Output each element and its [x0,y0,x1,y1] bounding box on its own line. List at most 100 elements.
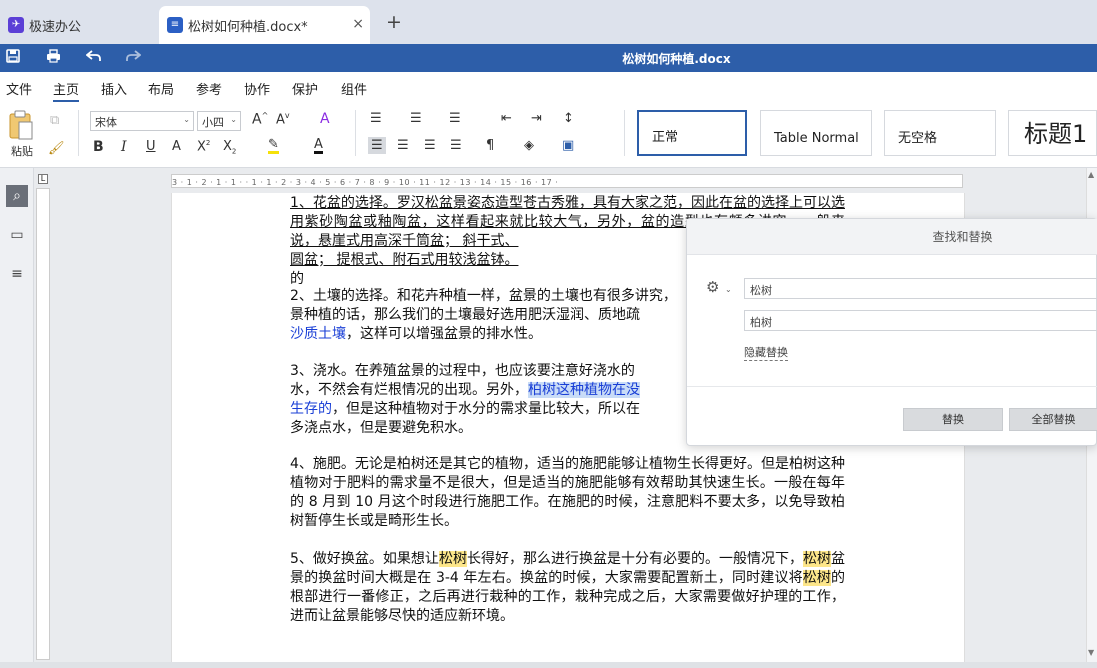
paragraph-text: 圆盆； 提根式、附石式用较浅盆钵。 [290,252,519,268]
navigation-icon[interactable]: ≡ [6,263,28,285]
justify-icon[interactable]: ☰ [450,139,462,152]
paragraph-text: ，这样可以增强盆景的排水性。 [346,326,542,342]
menu-insert[interactable]: 插入 [101,79,127,98]
menu-references[interactable]: 参考 [196,79,222,98]
style-label: 标题1 [1024,120,1088,148]
menu-layout[interactable]: 布局 [148,79,174,98]
style-label: 正常 [652,130,679,145]
document-title: 松树如何种植.docx [622,52,731,66]
style-heading1[interactable]: 标题1 [1008,110,1097,156]
font-name-select[interactable]: 宋体 ⌄ [90,111,194,131]
style-table-normal[interactable]: Table Normal [760,110,872,156]
blue-text: 生存的 [290,401,332,417]
tab-label: 极速办公 [29,19,82,35]
scroll-down-icon[interactable]: ▼ [1088,648,1094,657]
ribbon-separator [355,110,356,156]
scroll-up-icon[interactable]: ▲ [1088,170,1094,179]
menu-home[interactable]: 主页 [53,79,80,102]
line-spacing-icon[interactable]: ↕ [563,112,574,125]
align-left-icon[interactable]: ☰ [368,137,386,154]
italic-icon[interactable]: I [121,140,127,154]
search-icon[interactable]: ⌕ [6,185,28,207]
menu-file[interactable]: 文件 [6,79,32,98]
paragraph-text: 水，不然会有烂根情况的出现。另外， [290,382,528,398]
paste-label: 粘贴 [11,145,33,158]
app-logo-icon: ✈ [8,17,24,33]
clear-format-icon[interactable]: A [320,112,330,126]
search-match-highlight: 松树 [802,570,832,586]
left-pane: ⌕ ▭ ≡ [0,168,34,668]
tab-stop-selector[interactable]: L [38,174,48,184]
add-tab-button[interactable]: + [386,13,402,32]
font-size-select[interactable]: 小四 ⌄ [197,111,241,131]
tab-bar: ✈ 极速办公 ≡ 松树如何种植.docx* × + [0,0,1097,44]
tab-app-home[interactable]: ✈ 极速办公 [0,6,150,44]
increase-font-icon[interactable]: A^ [252,112,268,127]
decrease-font-icon[interactable]: Av [276,112,290,127]
selected-text: 柏树这种植物在没 [528,382,640,398]
font-color-icon[interactable]: A [314,138,323,154]
align-center-icon[interactable]: ☰ [397,139,409,152]
style-no-spacing[interactable]: 无空格 [884,110,996,156]
ribbon-separator [78,110,79,156]
tab-label: 松树如何种植.docx* [188,19,308,35]
paragraph-text: ，但是这种植物对于水分的需求量比较大，所以在 [332,401,640,417]
search-match-highlight: 松树 [803,551,832,567]
paragraph-text: 3、浇水。在养殖盆景的过程中，也应该要注意好浇水的 [290,363,635,379]
document-icon: ≡ [167,17,183,33]
dialog-divider [687,386,1097,387]
menu-protect[interactable]: 保护 [292,79,318,98]
find-replace-dialog: 查找和替换 ⚙ ⌄ 松树 柏树 隐藏替换 替换 全部替换 [686,218,1097,446]
replace-input[interactable]: 柏树 [744,310,1097,331]
bullet-list-icon[interactable]: ☰ [370,112,382,125]
blue-text: 沙质土壤 [290,326,346,342]
paste-icon[interactable] [8,110,34,145]
chevron-down-icon[interactable]: ⌄ [725,285,732,294]
paragraph-text: 2、土壤的选择。和花卉种植一样，盆景的土壤也有很多讲究， [290,288,677,304]
paragraph-text: 4、施肥。无论是柏树还是其它的植物，适当的施肥能够让植物生长得更好。但是柏树这种… [290,456,845,529]
close-tab-icon[interactable]: × [352,16,364,32]
hide-replace-link[interactable]: 隐藏替换 [744,344,788,361]
paragraph-text: 长得好，那么进行换盆是十分有必要的。一般情况下， [466,551,803,567]
paragraph-mark-icon[interactable]: ¶ [486,139,494,152]
paragraph-5[interactable]: 5、做好换盆。如果想让松树长得好，那么进行换盆是十分有必要的。一般情况下，松树盆… [290,550,845,626]
vertical-ruler[interactable] [36,188,50,660]
shading-icon[interactable]: ◈ [524,139,534,152]
ruler-ticks: 3 · 1 · 2 · 1 · 1 · · 1 · 1 · 2 · 3 · 4 … [172,178,559,187]
strikethrough-icon[interactable]: A [172,140,181,153]
multilevel-list-icon[interactable]: ☰ [449,112,461,125]
paragraph-text: 多浇点水，但是要避免积水。 [290,420,472,436]
paragraph-text: 的 [290,271,304,287]
search-match-highlight: 松树 [438,551,467,567]
dialog-title: 查找和替换 [687,219,1097,255]
decrease-indent-icon[interactable]: ⇤ [501,112,512,125]
highlight-color-icon[interactable]: ✎ [268,138,279,154]
format-painter-icon[interactable]: 🖌 [48,142,65,155]
underline-icon[interactable]: U [146,140,156,153]
font-name-value: 宋体 [95,116,117,129]
status-bar [0,662,1097,668]
title-bar: 松树如何种植.docx [0,44,1097,72]
replace-button[interactable]: 替换 [903,408,1003,431]
numbered-list-icon[interactable]: ☰ [410,112,422,125]
gear-icon[interactable]: ⚙ [706,280,719,295]
style-normal[interactable]: 正常 [637,110,747,156]
tab-document[interactable]: ≡ 松树如何种植.docx* × [159,6,370,44]
paragraph-text: 5、做好换盆。如果想让 [290,551,439,567]
chevron-down-icon: ⌄ [183,115,190,124]
horizontal-ruler[interactable]: 3 · 1 · 2 · 1 · 1 · · 1 · 1 · 2 · 3 · 4 … [171,174,963,188]
superscript-icon[interactable]: X2 [197,140,210,154]
menu-collaborate[interactable]: 协作 [244,79,270,98]
comments-icon[interactable]: ▭ [6,224,28,246]
subscript-icon[interactable]: X2 [223,140,236,156]
borders-icon[interactable]: ▣ [562,139,574,152]
find-input[interactable]: 松树 [744,278,1097,299]
increase-indent-icon[interactable]: ⇥ [531,112,542,125]
align-right-icon[interactable]: ☰ [424,139,436,152]
paragraph-4[interactable]: 4、施肥。无论是柏树还是其它的植物，适当的施肥能够让植物生长得更好。但是柏树这种… [290,455,845,531]
copy-icon[interactable]: ⧉ [50,114,59,127]
menu-components[interactable]: 组件 [341,79,367,98]
replace-all-button[interactable]: 全部替换 [1009,408,1097,431]
bold-icon[interactable]: B [93,140,104,154]
ribbon: 文件 主页 插入 布局 参考 协作 保护 组件 粘贴 ⧉ 🖌 宋体 ⌄ 小四 ⌄ A… [0,72,1097,168]
